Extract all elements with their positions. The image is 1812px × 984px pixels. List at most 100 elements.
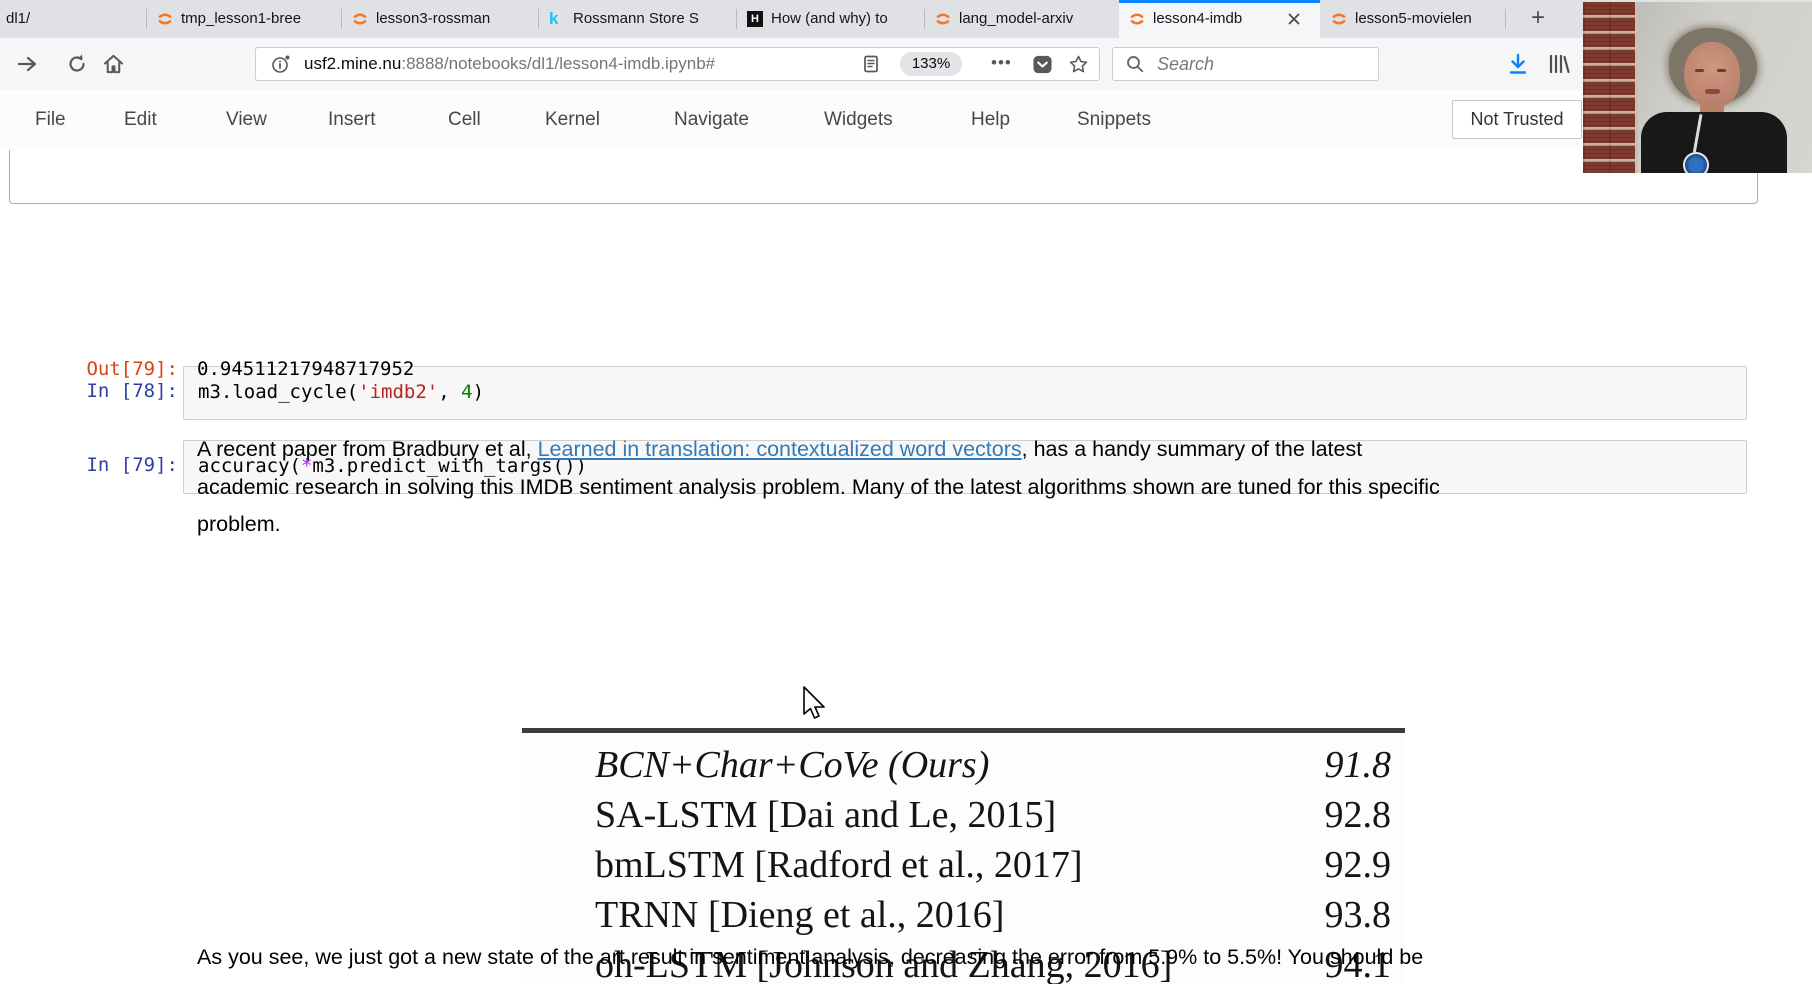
reload-button[interactable] (60, 38, 94, 90)
tab-title-fade (1479, 0, 1505, 38)
table-row-name: bmLSTM [Radford et al., 2017] (595, 844, 1083, 886)
tab-separator (538, 9, 539, 29)
browser-window: dl1/tmp_lesson1-bree lesson3-rossman kRoss… (0, 0, 1812, 984)
navigation-toolbar: usf2.mine.nu:8888/notebooks/dl1/lesson4-… (0, 38, 1812, 91)
markdown-line-1: A recent paper from Bradbury et al, Lear… (197, 432, 1362, 466)
jupyter-favicon-icon (1129, 11, 1145, 27)
code-token: ) (473, 381, 484, 403)
menu-navigate[interactable]: Navigate (674, 90, 749, 150)
tab-title: lesson3-rossman (376, 0, 490, 38)
bookmark-star-icon[interactable] (1068, 54, 1089, 75)
tab-separator (146, 9, 147, 29)
tab-title: lesson4-imdb (1153, 0, 1242, 38)
code-token: 'imdb2' (358, 381, 438, 403)
menu-help[interactable]: Help (971, 90, 1010, 150)
md1-text-pre: A recent paper from Bradbury et al, (197, 437, 538, 461)
table-row: TRNN [Dieng et al., 2016] 93.8 (595, 890, 1397, 940)
presenter-shirt (1641, 112, 1787, 173)
presenter-eye-left (1695, 69, 1704, 72)
cell-in-prompt-78: In [78]: (30, 380, 178, 402)
search-bar[interactable] (1112, 47, 1379, 81)
menu-insert[interactable]: Insert (328, 90, 376, 150)
forward-button[interactable] (10, 38, 44, 90)
table-row-name: SA-LSTM [Dai and Le, 2015] (595, 794, 1056, 836)
downloads-button[interactable] (1501, 38, 1535, 90)
table-row: SA-LSTM [Dai and Le, 2015]92.8 (595, 790, 1397, 840)
code-token: 4 (461, 381, 472, 403)
not-trusted-button[interactable]: Not Trusted (1452, 100, 1582, 139)
download-icon (1506, 52, 1530, 76)
home-button[interactable] (96, 38, 130, 90)
kaggle-favicon-icon: k (549, 11, 565, 27)
menu-widgets[interactable]: Widgets (824, 90, 893, 150)
paper-link[interactable]: Learned in translation: contextualized w… (538, 437, 1022, 461)
tab-title-fade (898, 0, 924, 38)
tab-title-fade (512, 0, 538, 38)
menu-view[interactable]: View (226, 90, 267, 150)
browser-tab-tmp-lesson1-bree[interactable]: tmp_lesson1-bree (147, 0, 341, 38)
browser-tab-lesson3-rossman[interactable]: lesson3-rossman (342, 0, 538, 38)
table-row: bmLSTM [Radford et al., 2017] 92.9 (595, 840, 1397, 890)
table-row-score: 93.8 (1325, 890, 1392, 940)
tab-title-fade (710, 0, 736, 38)
table-row-score: 92.9 (1325, 840, 1392, 890)
hackernoon-favicon-icon: H (747, 11, 763, 27)
shirt-logo (1683, 152, 1709, 173)
tab-title: lesson5-movielen (1355, 0, 1472, 38)
tab-separator (736, 9, 737, 29)
markdown-line-3: problem. (197, 507, 281, 541)
markdown2-line-2-clipped: able to get similarly world-class result… (197, 977, 1190, 984)
reader-mode-icon[interactable] (862, 55, 880, 73)
jupyter-favicon-icon (157, 11, 173, 27)
cell-in-prompt-79: In [79]: (30, 454, 178, 476)
menu-edit[interactable]: Edit (124, 90, 157, 150)
cell-output-79: 0.94511217948717952 (197, 358, 414, 380)
presenter-face (1684, 42, 1740, 108)
search-input[interactable] (1155, 50, 1369, 78)
browser-tab-how-and-why-to[interactable]: H How (and why) to (737, 0, 924, 38)
tab-close-icon[interactable] (1286, 11, 1302, 27)
menu-kernel[interactable]: Kernel (545, 90, 600, 150)
code-cell-input-78[interactable]: m3.load_cycle('imdb2', 4) (183, 366, 1747, 420)
browser-tab-dl1-[interactable]: dl1/ (0, 0, 146, 38)
cell-out-prompt-79: Out[79]: (30, 358, 178, 380)
url-text: usf2.mine.nu:8888/notebooks/dl1/lesson4-… (304, 48, 715, 80)
presenter-mouth (1705, 89, 1720, 94)
notebook-menubar: Not Trusted File Edit View Insert Cell Kernel… (0, 90, 1812, 150)
reload-icon (66, 53, 88, 75)
table-row-score: 91.8 (1325, 740, 1392, 790)
tab-title-fade (315, 0, 341, 38)
markdown-line-2: academic research in solving this IMDB s… (197, 470, 1440, 504)
tab-strip: dl1/tmp_lesson1-bree lesson3-rossman kRoss… (0, 0, 1812, 38)
brick-wall (1583, 2, 1638, 173)
menu-snippets[interactable]: Snippets (1077, 90, 1151, 150)
browser-tab-rossmann-store-s[interactable]: kRossmann Store S (539, 0, 736, 38)
presenter-eye-right (1717, 69, 1726, 72)
url-path: :8888/notebooks/dl1/lesson4-imdb.ipynb# (401, 54, 715, 73)
code-token: m3.load_cycle( (198, 381, 358, 403)
url-bar[interactable]: usf2.mine.nu:8888/notebooks/dl1/lesson4-… (255, 47, 1100, 81)
tab-separator (341, 9, 342, 29)
table-row-name: TRNN [Dieng et al., 2016] (595, 894, 1004, 936)
menu-cell[interactable]: Cell (448, 90, 481, 150)
jupyter-favicon-icon (1331, 11, 1347, 27)
tab-title: dl1/ (6, 0, 30, 38)
browser-tab-lesson5-movielen[interactable]: lesson5-movielen (1321, 0, 1505, 38)
tab-title: How (and why) to (771, 0, 888, 38)
tab-title: lang_model-arxiv (959, 0, 1073, 38)
browser-tab-lang-model-arxiv[interactable]: lang_model-arxiv (925, 0, 1118, 38)
site-info-icon[interactable] (272, 55, 290, 73)
browser-tab-lesson4-imdb[interactable]: lesson4-imdb (1119, 0, 1320, 38)
jupyter-favicon-icon (935, 11, 951, 27)
pocket-icon[interactable] (1032, 54, 1053, 75)
page-actions-icon[interactable]: ••• (991, 48, 1012, 80)
markdown2-line-1: As you see, we just got a new state of t… (197, 940, 1423, 974)
library-button[interactable] (1542, 38, 1576, 90)
search-icon (1125, 54, 1145, 74)
url-host: usf2.mine.nu (304, 54, 401, 73)
tab-title-fade (120, 0, 146, 38)
menu-file[interactable]: File (35, 90, 66, 150)
new-tab-button[interactable]: + (1517, 0, 1559, 38)
zoom-level-badge[interactable]: 133% (900, 52, 962, 76)
tab-title-fade (1092, 0, 1118, 38)
